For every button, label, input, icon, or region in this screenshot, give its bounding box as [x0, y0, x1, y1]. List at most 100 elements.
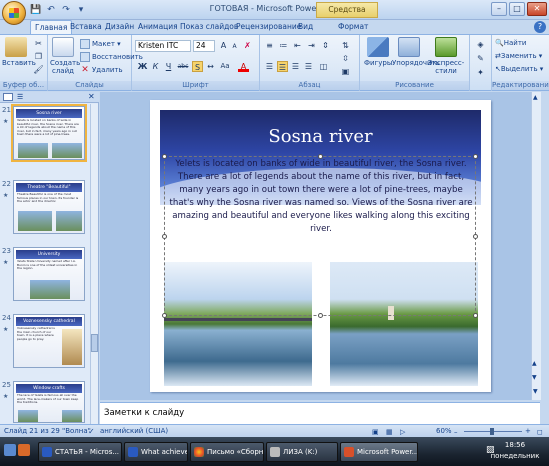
shapes-button[interactable]: Фигуры — [364, 37, 392, 67]
resize-handle[interactable] — [318, 313, 323, 318]
taskbar-item-powerpoint[interactable]: Microsoft Power... — [340, 442, 418, 462]
slide-thumbnail-22[interactable]: 22 ★ Theatre "Beautiful" Theatre Beautif… — [0, 180, 92, 238]
outline-tab-icon[interactable]: ☰ — [17, 93, 23, 101]
shadow-button[interactable]: S — [192, 61, 203, 72]
zoom-in-icon[interactable]: + — [525, 425, 531, 437]
system-clock[interactable]: 18:56 понедельник — [485, 440, 545, 462]
slide-body-text[interactable]: Yelets is located on banks of wide in be… — [166, 158, 476, 236]
copy-icon[interactable]: ❐ — [33, 51, 44, 62]
shrink-font-button[interactable]: A — [229, 41, 240, 52]
font-size-select[interactable]: 24 — [193, 40, 215, 52]
select-button[interactable]: ↖Выделить ▾ — [495, 65, 543, 73]
tab-format[interactable]: Формат — [338, 20, 368, 34]
taskbar-item-word[interactable]: СТАТЬЯ - Micros... — [38, 442, 122, 462]
notes-pane[interactable]: Заметки к слайду — [100, 402, 540, 424]
cut-icon[interactable]: ✂ — [33, 38, 44, 49]
tab-design[interactable]: Дизайн — [105, 20, 134, 34]
tab-insert[interactable]: Вставка — [70, 20, 102, 34]
scrollbar-thumb[interactable] — [91, 334, 98, 352]
decrease-indent-icon[interactable]: ⇤ — [292, 40, 303, 51]
resize-handle[interactable] — [473, 313, 478, 318]
new-slide-button[interactable]: Создать слайд — [50, 37, 80, 75]
numbering-icon[interactable]: ≔ — [278, 40, 289, 51]
office-button[interactable] — [2, 1, 26, 25]
tab-animation[interactable]: Анимация — [138, 20, 178, 34]
previous-slide-icon[interactable]: ▲ — [532, 360, 537, 367]
columns-icon[interactable]: ◫ — [318, 61, 329, 72]
scroll-down-icon[interactable]: ▼ — [533, 388, 538, 395]
italic-button[interactable]: К — [150, 61, 161, 72]
change-case-button[interactable]: Aa — [218, 61, 232, 72]
thumbnail-title: Window crafts — [16, 384, 82, 393]
next-slide-icon[interactable]: ▼ — [532, 374, 537, 381]
close-pane-icon[interactable]: ✕ — [88, 92, 95, 101]
drive-icon — [270, 447, 280, 457]
slides-tab-icon[interactable] — [3, 93, 13, 101]
zoom-level[interactable]: 60% — [436, 425, 452, 437]
bold-button[interactable]: Ж — [137, 61, 148, 72]
zoom-slider-thumb[interactable] — [490, 428, 494, 435]
browser-icon[interactable] — [18, 444, 30, 456]
resize-handle[interactable] — [162, 313, 167, 318]
replace-button[interactable]: ⇄Заменить ▾ — [495, 52, 542, 60]
slides-pane: ☰ ✕ 21 ★ Sosna river Yelets is located o… — [0, 92, 99, 424]
language-indicator[interactable]: английский (США) — [100, 425, 168, 437]
bridge-in-photo — [164, 318, 312, 321]
minimize-button[interactable]: – — [491, 2, 507, 16]
shape-fill-icon[interactable]: ◈ — [475, 39, 486, 50]
maximize-button[interactable]: □ — [509, 2, 525, 16]
transition-icon: ★ — [3, 259, 9, 266]
clipboard-icon — [5, 37, 27, 57]
slide-title[interactable]: Sosna river — [160, 126, 481, 147]
shape-effects-icon[interactable]: ✦ — [475, 67, 486, 78]
thumbnail-image — [18, 143, 48, 158]
quick-styles-button[interactable]: Экспресс-стили — [426, 37, 466, 75]
scroll-up-icon[interactable]: ▲ — [533, 94, 538, 101]
align-center-icon[interactable]: ☰ — [277, 61, 288, 72]
desktop-icon[interactable] — [4, 444, 16, 456]
paste-button[interactable]: Вставить — [2, 37, 36, 67]
align-left-icon[interactable]: ☰ — [264, 61, 275, 72]
slide-thumbnail-25[interactable]: 25 ★ Window crafts The lace of Yelets is… — [0, 381, 92, 423]
taskbar-item-browser[interactable]: Письмо «Сборн... — [190, 442, 264, 462]
grow-font-button[interactable]: A — [218, 40, 229, 51]
clear-format-icon[interactable]: ✗ — [242, 40, 253, 51]
shape-outline-icon[interactable]: ✎ — [475, 53, 486, 64]
tab-view[interactable]: Вид — [298, 20, 313, 34]
font-name-select[interactable]: Kristen ITC — [135, 40, 191, 52]
tab-review[interactable]: Рецензирование — [236, 20, 301, 34]
transition-icon: ★ — [3, 192, 9, 199]
find-button[interactable]: 🔍Найти — [495, 39, 526, 47]
smartart-icon[interactable]: ▣ — [340, 66, 351, 77]
layout-button[interactable]: Макет ▾ — [80, 39, 121, 49]
increase-indent-icon[interactable]: ⇥ — [306, 40, 317, 51]
font-color-button[interactable]: A — [238, 61, 249, 72]
justify-icon[interactable]: ☰ — [303, 61, 314, 72]
help-icon[interactable]: ? — [534, 21, 546, 33]
slide-scrollbar[interactable]: ▲ ▲ ▼ ▼ — [531, 92, 541, 400]
slide-thumbnail-21[interactable]: 21 ★ Sosna river Yelets is located on ba… — [0, 104, 92, 164]
tab-home[interactable]: Главная — [30, 20, 73, 34]
chrome-icon — [194, 447, 204, 457]
close-button[interactable]: ✕ — [527, 2, 547, 16]
slide-number: 21 — [2, 106, 11, 114]
text-direction-icon[interactable]: ⇅ — [340, 40, 351, 51]
slide-thumbnail-24[interactable]: 24 ★ Voznesensky cathedral Voznesensky c… — [0, 314, 92, 372]
arrange-button[interactable]: Упорядочить — [392, 37, 440, 67]
tab-slideshow[interactable]: Показ слайдов — [180, 20, 238, 34]
char-spacing-icon[interactable]: ↔ — [205, 61, 216, 72]
align-right-icon[interactable]: ☰ — [290, 61, 301, 72]
bullets-icon[interactable]: ≡ — [264, 40, 275, 51]
slides-pane-scrollbar[interactable] — [90, 104, 98, 424]
line-spacing-icon[interactable]: ⇕ — [320, 40, 331, 51]
status-bar: Слайд 21 из 29 "Волна" ✓ английский (США… — [0, 424, 549, 437]
underline-button[interactable]: Ч — [163, 61, 174, 72]
paste-label: Вставить — [2, 59, 36, 67]
strikethrough-button[interactable]: abc — [176, 61, 190, 72]
taskbar-item-document[interactable]: What achievem... — [124, 442, 188, 462]
slide-thumbnail-23[interactable]: 23 ★ University Yelets State University … — [0, 247, 92, 305]
align-text-icon[interactable]: ⇳ — [340, 53, 351, 64]
delete-slide-button[interactable]: ✕ Удалить — [80, 65, 122, 75]
taskbar-item-drive[interactable]: ЛИЗА (K:) — [266, 442, 338, 462]
format-painter-icon[interactable]: 🖌 — [33, 64, 44, 75]
